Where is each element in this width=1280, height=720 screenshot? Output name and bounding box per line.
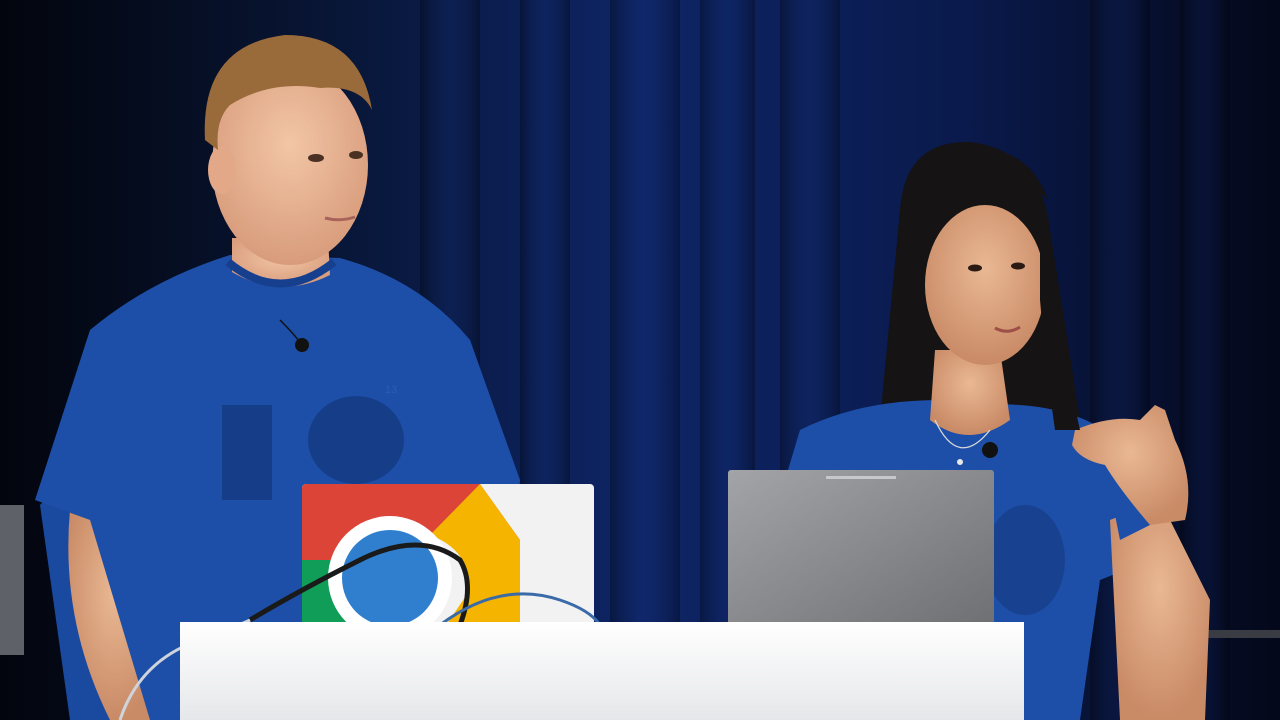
stage-rail — [1205, 630, 1280, 638]
silver-laptop — [728, 470, 994, 630]
podium — [180, 622, 1024, 720]
stage-monitor-edge — [0, 505, 24, 655]
chrome-logo-icon — [302, 484, 520, 634]
stage-photo: 13 — [0, 0, 1280, 720]
shirt-print-number: 13 — [385, 384, 397, 396]
